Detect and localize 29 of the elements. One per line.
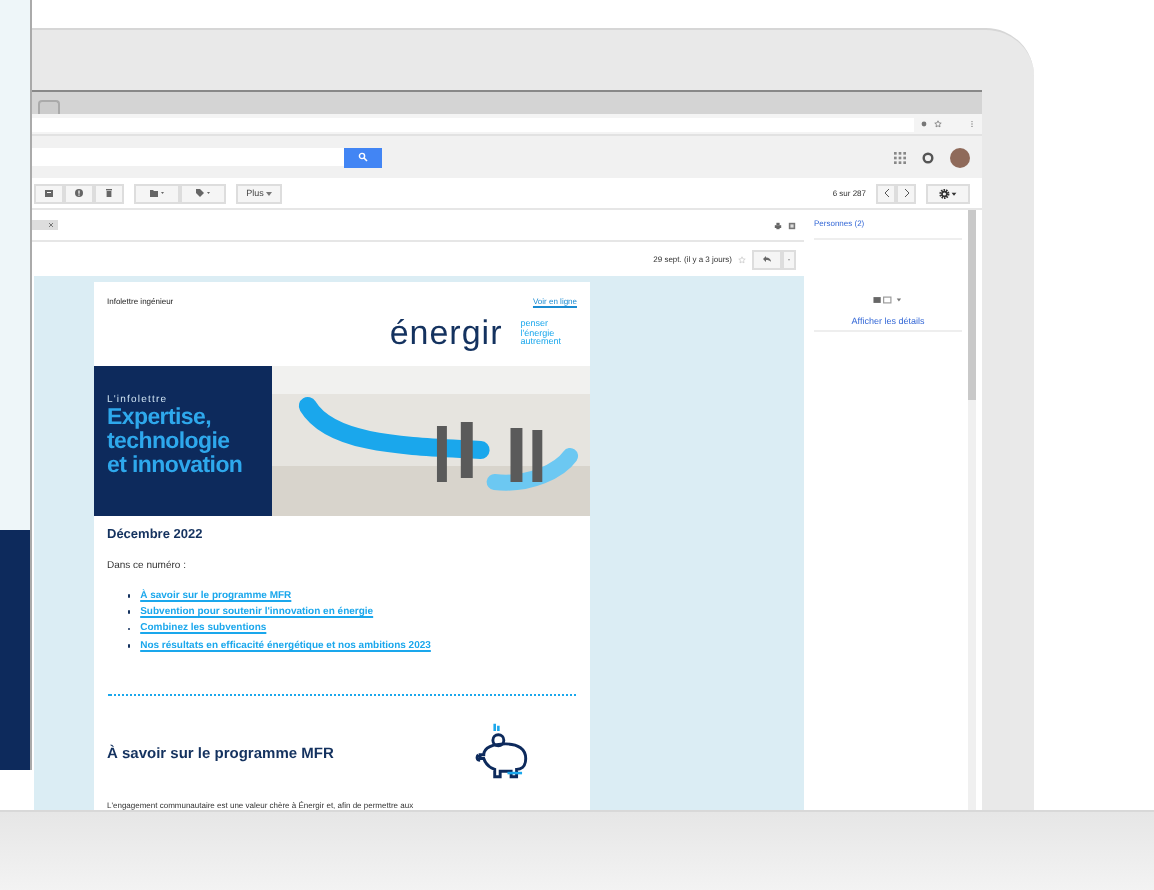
- reply-arrow-icon: [762, 254, 772, 264]
- print-icon[interactable]: [774, 221, 782, 229]
- search-button[interactable]: [344, 147, 382, 167]
- reply-button[interactable]: [752, 249, 782, 269]
- caret-icon: [265, 191, 272, 195]
- settings-button[interactable]: [926, 183, 970, 203]
- report-icon: [74, 188, 84, 198]
- star-icon[interactable]: [934, 120, 942, 128]
- apps-grid-icon[interactable]: [894, 151, 906, 163]
- search-icon: [358, 152, 368, 162]
- report-spam-button[interactable]: [64, 183, 94, 203]
- scrollbar[interactable]: [968, 210, 976, 810]
- close-icon[interactable]: [48, 222, 54, 228]
- star-icon[interactable]: [738, 255, 746, 263]
- delete-button[interactable]: [94, 183, 124, 203]
- labels-button[interactable]: [180, 183, 226, 203]
- chevron-left-icon: [883, 188, 889, 198]
- hero-title: Expertise, technologie et innovation: [107, 405, 245, 478]
- archive-button[interactable]: [34, 183, 64, 203]
- piggy-bank-icon: [473, 722, 529, 784]
- avatar[interactable]: [950, 147, 970, 167]
- archive-icon: [44, 188, 54, 198]
- move-to-button[interactable]: [134, 183, 180, 203]
- trash-icon: [104, 188, 114, 198]
- chevron-right-icon: [903, 188, 909, 198]
- settings-icon: [938, 187, 958, 199]
- label-chip[interactable]: [30, 220, 58, 230]
- logo: énergir: [389, 313, 503, 354]
- search-field[interactable]: [30, 148, 344, 166]
